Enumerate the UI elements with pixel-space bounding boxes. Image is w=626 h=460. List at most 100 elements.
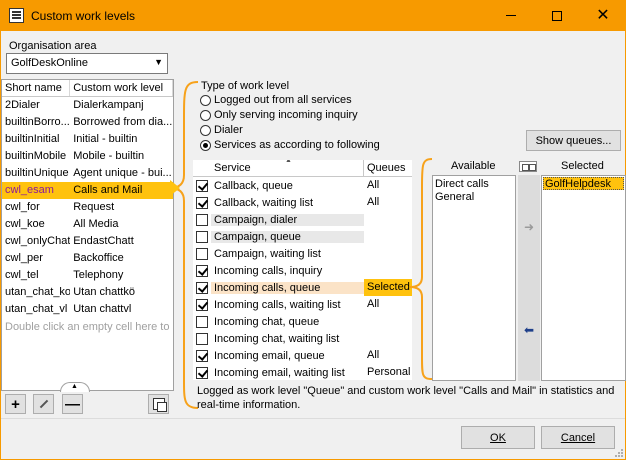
queues-cell[interactable]: All	[364, 296, 412, 313]
column-header-short-name[interactable]: Short name	[2, 80, 71, 96]
checkbox[interactable]	[196, 213, 208, 226]
table-row[interactable]: Incoming email, queue All	[193, 347, 412, 364]
custom-work-level-cell[interactable]: Backoffice	[70, 250, 173, 267]
table-row[interactable]: cwl_esam Calls and Mail	[2, 182, 173, 199]
column-header-queues[interactable]: Queues	[364, 160, 412, 176]
close-button[interactable]: ✕	[580, 0, 626, 31]
table-row[interactable]: Incoming calls, queue Selected	[193, 279, 412, 296]
checkbox-checked[interactable]	[196, 196, 208, 209]
queues-cell[interactable]: Selected	[364, 279, 412, 296]
checkbox[interactable]	[196, 332, 208, 345]
table-row[interactable]: cwl_koe All Media	[2, 216, 173, 233]
queues-cell[interactable]: All	[364, 347, 412, 364]
minimize-button[interactable]	[488, 0, 534, 31]
table-row[interactable]: Campaign, dialer	[193, 211, 412, 228]
queues-cell[interactable]	[364, 228, 412, 245]
service-name-cell[interactable]: Callback, waiting list	[211, 197, 364, 209]
short-name-cell[interactable]: cwl_tel	[2, 267, 70, 284]
queues-cell[interactable]	[364, 211, 412, 228]
table-row[interactable]: builtinMobile Mobile - builtin	[2, 148, 173, 165]
move-right-button[interactable]: ➜	[519, 217, 539, 237]
custom-work-level-cell[interactable]: Utan chattvl	[70, 301, 173, 318]
checkbox-checked[interactable]	[196, 366, 208, 379]
table-row[interactable]: cwl_tel Telephony	[2, 267, 173, 284]
custom-work-level-cell[interactable]: Request	[70, 199, 173, 216]
custom-work-level-cell[interactable]: Telephony	[70, 267, 173, 284]
queues-cell[interactable]	[364, 262, 412, 279]
service-name-cell[interactable]: Campaign, dialer	[211, 213, 364, 226]
short-name-cell[interactable]: builtinBorro...	[2, 114, 70, 131]
cancel-button[interactable]: Cancel	[541, 426, 615, 449]
queues-cell[interactable]	[364, 313, 412, 330]
table-row[interactable]: utan_chat_vl Utan chattvl	[2, 301, 173, 318]
service-name-cell[interactable]: Campaign, queue	[211, 230, 364, 243]
checkbox-checked[interactable]	[196, 281, 208, 294]
checkbox-checked[interactable]	[196, 298, 208, 311]
copy-button[interactable]	[148, 394, 169, 414]
add-button[interactable]: +	[5, 394, 26, 414]
service-name-cell[interactable]: Incoming calls, queue	[211, 281, 364, 294]
queues-cell[interactable]: All	[364, 177, 412, 194]
empty-cell-hint[interactable]: Double click an empty cell here to ad	[2, 318, 173, 336]
columns-icon[interactable]	[519, 161, 537, 172]
custom-work-level-cell[interactable]: Utan chattkö	[70, 284, 173, 301]
checkbox-checked[interactable]	[196, 349, 208, 362]
queues-cell[interactable]: Personal	[364, 364, 412, 380]
column-header-service[interactable]: ▲ Service	[193, 160, 364, 176]
short-name-cell[interactable]: utan_chat_vl	[2, 301, 70, 318]
service-name-cell[interactable]: Incoming chat, waiting list	[211, 333, 364, 345]
list-item[interactable]: GolfHelpdesk	[543, 177, 624, 190]
service-name-cell[interactable]: Incoming calls, inquiry	[211, 265, 364, 277]
table-row[interactable]: Incoming chat, queue	[193, 313, 412, 330]
short-name-cell[interactable]: cwl_for	[2, 199, 70, 216]
table-row[interactable]: Incoming calls, waiting list All	[193, 296, 412, 313]
queues-cell[interactable]	[364, 245, 412, 262]
resize-grip-icon[interactable]	[614, 448, 624, 458]
table-row[interactable]: Incoming email, waiting list Personal	[193, 364, 412, 380]
table-row[interactable]: builtinInitial Initial - builtin	[2, 131, 173, 148]
checkbox[interactable]	[196, 230, 208, 243]
radio-logged-out[interactable]: Logged out from all services	[200, 94, 352, 106]
remove-button[interactable]: —	[62, 394, 83, 414]
checkbox[interactable]	[196, 315, 208, 328]
short-name-cell[interactable]: cwl_esam	[2, 182, 70, 199]
radio-services-following[interactable]: Services as according to following	[200, 139, 380, 151]
queues-cell[interactable]: All	[364, 194, 412, 211]
services-table[interactable]: ▲ Service Queues Callback, queue All Callb…	[193, 160, 412, 380]
short-name-cell[interactable]: utan_chat_ko	[2, 284, 70, 301]
queues-cell[interactable]	[364, 330, 412, 347]
short-name-cell[interactable]: cwl_per	[2, 250, 70, 267]
custom-work-level-cell[interactable]: Calls and Mail	[70, 182, 173, 199]
short-name-cell[interactable]: builtinInitial	[2, 131, 70, 148]
checkbox[interactable]	[196, 247, 208, 260]
custom-work-level-cell[interactable]: Initial - builtin	[70, 131, 173, 148]
short-name-cell[interactable]: cwl_koe	[2, 216, 70, 233]
custom-work-level-cell[interactable]: All Media	[70, 216, 173, 233]
service-name-cell[interactable]: Incoming calls, waiting list	[211, 299, 364, 311]
service-name-cell[interactable]: Incoming chat, queue	[211, 316, 364, 328]
table-row[interactable]: cwl_for Request	[2, 199, 173, 216]
table-row[interactable]: Callback, waiting list All	[193, 194, 412, 211]
selected-queues-list[interactable]: GolfHelpdesk	[541, 175, 626, 381]
service-name-cell[interactable]: Campaign, waiting list	[211, 248, 364, 260]
table-row[interactable]: 2Dialer Dialerkampanj	[2, 97, 173, 114]
service-name-cell[interactable]: Incoming email, queue	[211, 350, 364, 362]
service-name-cell[interactable]: Incoming email, waiting list	[211, 367, 364, 379]
list-item[interactable]: General	[434, 191, 514, 204]
custom-work-level-cell[interactable]: Agent unique - bui...	[70, 165, 173, 182]
service-name-cell[interactable]: Callback, queue	[211, 180, 364, 192]
maximize-button[interactable]	[534, 0, 580, 31]
show-queues-button[interactable]: Show queues...	[526, 130, 621, 151]
scroll-up-tab[interactable]	[60, 382, 90, 392]
short-name-cell[interactable]: cwl_onlyChat	[2, 233, 70, 250]
checkbox-checked[interactable]	[196, 264, 208, 277]
checkbox-checked[interactable]	[196, 179, 208, 192]
column-header-custom-work-level[interactable]: Custom work level	[70, 80, 173, 96]
custom-work-level-cell[interactable]: Borrowed from dia...	[70, 114, 173, 131]
table-row[interactable]: cwl_per Backoffice	[2, 250, 173, 267]
custom-work-level-cell[interactable]: Dialerkampanj	[70, 97, 173, 114]
short-name-cell[interactable]: builtinUnique	[2, 165, 70, 182]
short-name-cell[interactable]: 2Dialer	[2, 97, 70, 114]
available-queues-list[interactable]: Direct calls General	[432, 175, 516, 381]
table-row[interactable]: cwl_onlyChat EndastChatt	[2, 233, 173, 250]
